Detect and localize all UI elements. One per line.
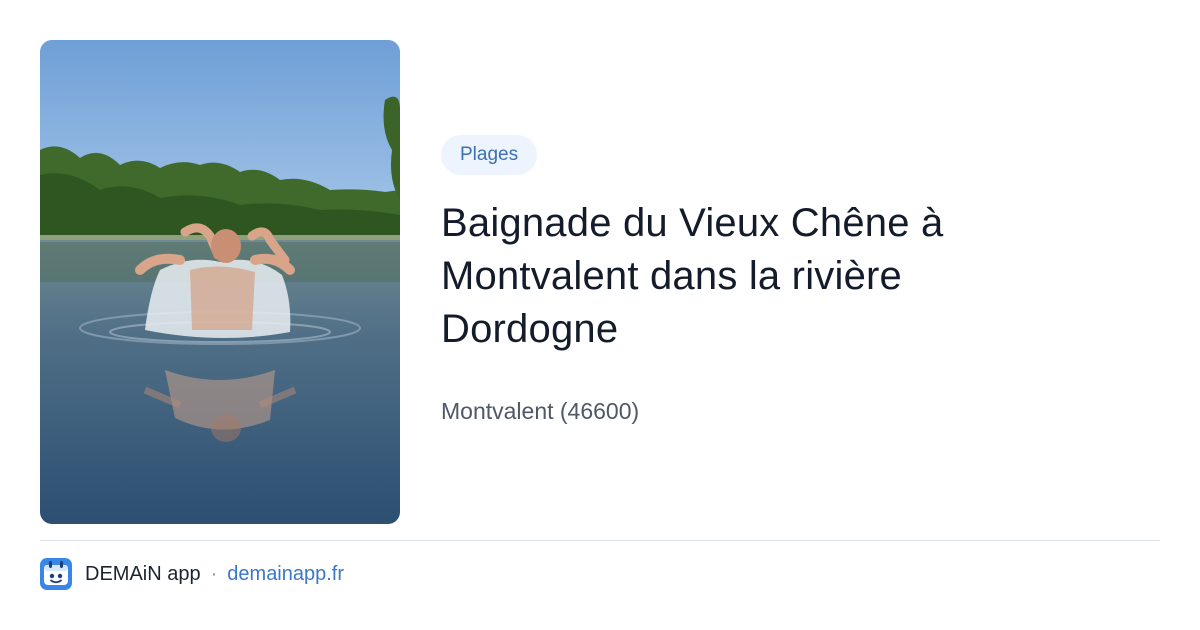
place-title[interactable]: Baignade du Vieux Chêne à Montvalent dan… xyxy=(441,197,1161,356)
category-tag[interactable]: Plages xyxy=(441,135,538,175)
footer-divider xyxy=(40,540,1160,541)
river-swimmer-image xyxy=(40,40,400,524)
place-info: Plages Baignade du Vieux Chêne à Montval… xyxy=(441,135,1161,425)
footer-separator: · xyxy=(210,562,218,585)
app-name: DEMAiN app xyxy=(85,562,201,585)
title-line-1: Baignade du Vieux Chêne à xyxy=(441,201,944,245)
title-line-2: Montvalent dans la rivière xyxy=(441,254,902,298)
place-location: Montvalent (46600) xyxy=(441,398,640,424)
domain-link[interactable]: demainapp.fr xyxy=(227,563,344,586)
demain-app-icon xyxy=(40,558,72,590)
title-line-3: Dordogne xyxy=(441,307,619,351)
place-photo[interactable] xyxy=(40,40,400,524)
site-footer: DEMAiN app · demainapp.fr xyxy=(40,558,344,590)
